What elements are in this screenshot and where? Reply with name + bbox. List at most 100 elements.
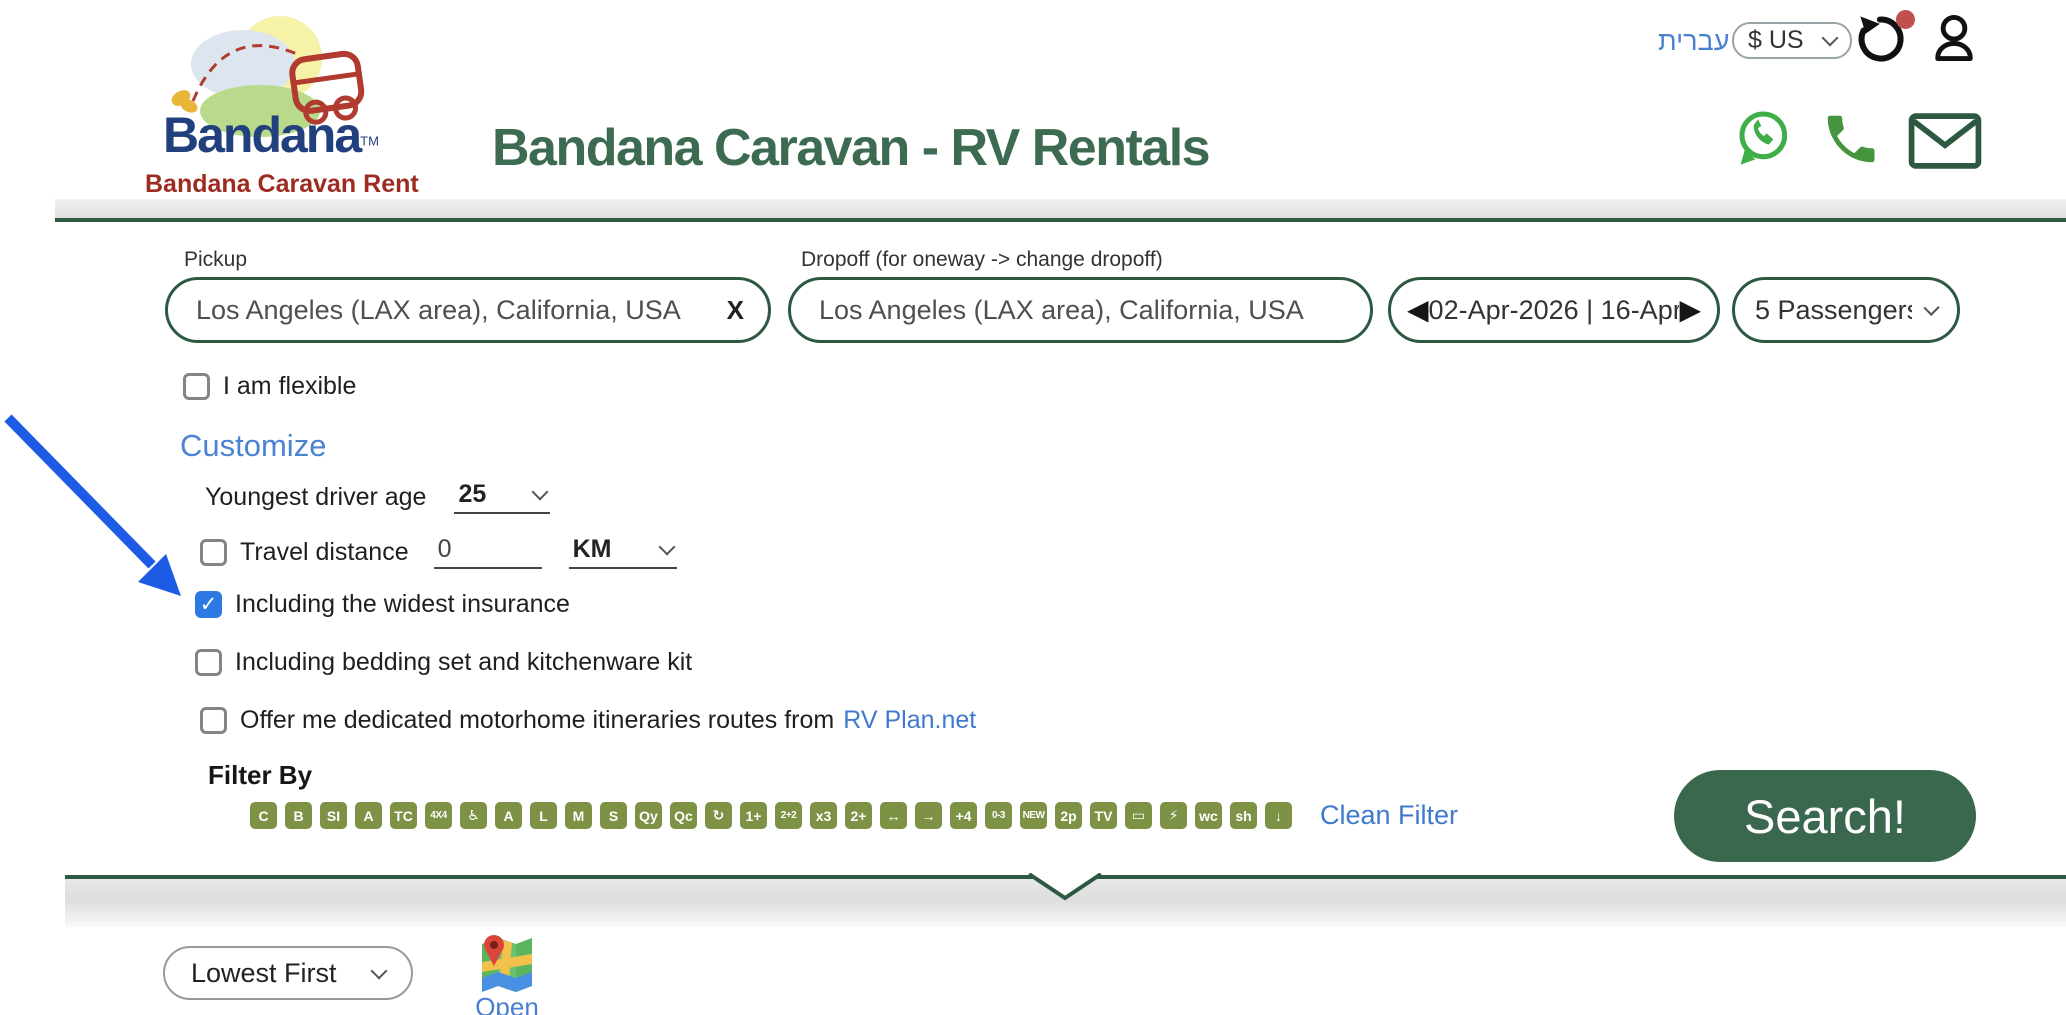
date-next-icon[interactable]: ▶ — [1679, 296, 1701, 324]
pickup-value: Los Angeles (LAX area), California, USA — [196, 295, 681, 326]
itineraries-checkbox[interactable] — [200, 707, 227, 734]
currency-value: $ US — [1748, 26, 1804, 55]
filter-icon-power[interactable]: ⚡ — [1160, 802, 1187, 829]
insurance-row: ✓ Including the widest insurance — [195, 590, 570, 619]
driver-age-row: Youngest driver age 25 — [205, 480, 550, 514]
flexible-label: I am flexible — [223, 372, 356, 401]
travel-distance-row: Travel distance 0 KM — [200, 535, 677, 569]
insurance-checkbox[interactable]: ✓ — [195, 591, 222, 618]
filter-icon-wc[interactable]: wc — [1195, 802, 1222, 829]
bedding-label: Including bedding set and kitchenware ki… — [235, 648, 692, 677]
phone-button[interactable] — [1820, 108, 1882, 170]
filter-icon-sleeps-2plus2[interactable]: 2+2 — [775, 802, 802, 829]
history-button[interactable] — [1856, 12, 1911, 67]
date-range-field[interactable]: ◀ 02-Apr-2026 | 16-Apr-2026 ▶ — [1388, 277, 1720, 343]
flexible-row: I am flexible — [183, 372, 356, 401]
annotation-arrow — [0, 400, 210, 625]
dropoff-label: Dropoff (for oneway -> change dropoff) — [801, 248, 1163, 272]
pickup-label: Pickup — [184, 248, 247, 272]
filter-icon-class-b[interactable]: B — [285, 802, 312, 829]
email-button[interactable] — [1908, 112, 1982, 170]
chevron-down-icon — [1923, 299, 1940, 316]
whatsapp-button[interactable] — [1730, 106, 1794, 170]
chevron-down-icon — [1822, 30, 1839, 47]
email-icon — [1908, 112, 1982, 170]
rv-plan-link[interactable]: RV Plan.net — [843, 706, 976, 735]
dropoff-input[interactable]: Los Angeles (LAX area), California, USA — [788, 277, 1373, 343]
filter-icon-tv[interactable]: TV — [1090, 802, 1117, 829]
passengers-value: 5 Passengers — [1755, 295, 1912, 326]
filter-icon-automatic[interactable]: A — [495, 802, 522, 829]
date-range-value: 02-Apr-2026 | 16-Apr-2026 — [1429, 295, 1680, 326]
map-icon — [478, 930, 536, 992]
logo-caption: Bandana Caravan Rent — [145, 170, 419, 199]
filter-icon-rv-large[interactable]: L — [530, 802, 557, 829]
driver-age-label: Youngest driver age — [205, 483, 426, 512]
filter-icon-quality-c[interactable]: Qc — [670, 802, 697, 829]
filter-icon-family-plus[interactable]: 2+ — [845, 802, 872, 829]
whatsapp-icon — [1730, 106, 1794, 170]
filter-icon-shower[interactable]: sh — [1230, 802, 1257, 829]
filter-icon-4x4[interactable]: 4X4 — [425, 802, 452, 829]
filter-icon-bed[interactable]: ▭ — [1125, 802, 1152, 829]
chevron-down-icon — [658, 539, 675, 556]
filter-icon-one-way[interactable]: → — [915, 802, 942, 829]
filter-icon-driver-plus[interactable]: 1+ — [740, 802, 767, 829]
distance-unit-value: KM — [573, 535, 612, 564]
customize-link[interactable]: Customize — [180, 428, 326, 464]
page: BandanaTM Bandana Caravan Rent Bandana C… — [0, 0, 2066, 1015]
chevron-down-icon — [532, 484, 549, 501]
filter-icon-relocation[interactable]: ↻ — [705, 802, 732, 829]
filter-icon-rv-arrival[interactable]: ↓ — [1265, 802, 1292, 829]
checkmark-icon: ✓ — [200, 594, 218, 615]
currency-select[interactable]: $ US — [1732, 22, 1852, 59]
clean-filter-link[interactable]: Clean Filter — [1320, 800, 1458, 831]
language-link[interactable]: עברית — [1658, 26, 1729, 57]
filter-icon-rv-medium[interactable]: M — [565, 802, 592, 829]
pickup-clear-button[interactable]: X — [727, 295, 744, 326]
filter-icon-quality-y[interactable]: Qy — [635, 802, 662, 829]
dropoff-value: Los Angeles (LAX area), California, USA — [819, 295, 1304, 326]
open-map-label: Open Map — [452, 992, 562, 1015]
account-button[interactable] — [1928, 12, 1980, 67]
logo-wordmark: Bandana — [163, 107, 360, 163]
filter-icon-truck-camper[interactable]: TC — [390, 802, 417, 829]
bedding-row: Including bedding set and kitchenware ki… — [195, 648, 692, 677]
filter-icon-semi-integrated[interactable]: SI — [320, 802, 347, 829]
site-logo[interactable]: BandanaTM Bandana Caravan Rent — [145, 6, 395, 196]
travel-distance-checkbox[interactable] — [200, 539, 227, 566]
itineraries-label: Offer me dedicated motorhome itineraries… — [240, 706, 834, 735]
notification-badge — [1896, 10, 1915, 29]
page-title: Bandana Caravan - RV Rentals — [492, 118, 1209, 178]
bedding-checkbox[interactable] — [195, 649, 222, 676]
driver-age-select[interactable]: 25 — [454, 480, 550, 514]
travel-distance-input[interactable]: 0 — [434, 535, 542, 569]
itineraries-row: Offer me dedicated motorhome itineraries… — [200, 706, 976, 735]
distance-unit-select[interactable]: KM — [569, 535, 677, 569]
filter-icon-times-3[interactable]: x3 — [810, 802, 837, 829]
pickup-input[interactable]: Los Angeles (LAX area), California, USA … — [165, 277, 771, 343]
filter-icon-class-a[interactable]: A — [355, 802, 382, 829]
search-button[interactable]: Search! — [1674, 770, 1976, 862]
sort-select[interactable]: Lowest First — [163, 946, 413, 1000]
filter-icon-family[interactable]: 2p — [1055, 802, 1082, 829]
insurance-label: Including the widest insurance — [235, 590, 570, 619]
filter-icon-plus-4[interactable]: +4 — [950, 802, 977, 829]
date-prev-icon[interactable]: ◀ — [1407, 296, 1429, 324]
open-map-button[interactable]: Open Map — [452, 930, 562, 1015]
filter-icon-vehicle-width[interactable]: ↔ — [880, 802, 907, 829]
filter-icons: CBSIATC4X4♿ALMSQyQc↻1+2+2x32+↔→+40-3NEW2… — [250, 802, 1292, 829]
filter-icon-age-0-3[interactable]: 0-3 — [985, 802, 1012, 829]
sort-value: Lowest First — [191, 958, 337, 989]
filter-icon-rv-small[interactable]: S — [600, 802, 627, 829]
phone-icon — [1820, 108, 1882, 170]
chevron-down-icon — [371, 962, 388, 979]
flexible-checkbox[interactable] — [183, 373, 210, 400]
filter-icon-class-c[interactable]: C — [250, 802, 277, 829]
header-divider-band — [55, 199, 2066, 222]
panel-notch-icon[interactable] — [1026, 873, 1104, 901]
user-icon — [1928, 12, 1980, 64]
filter-icon-new-vehicle[interactable]: NEW — [1020, 802, 1047, 829]
passengers-select[interactable]: 5 Passengers — [1732, 277, 1960, 343]
filter-icon-accessible[interactable]: ♿ — [460, 802, 487, 829]
